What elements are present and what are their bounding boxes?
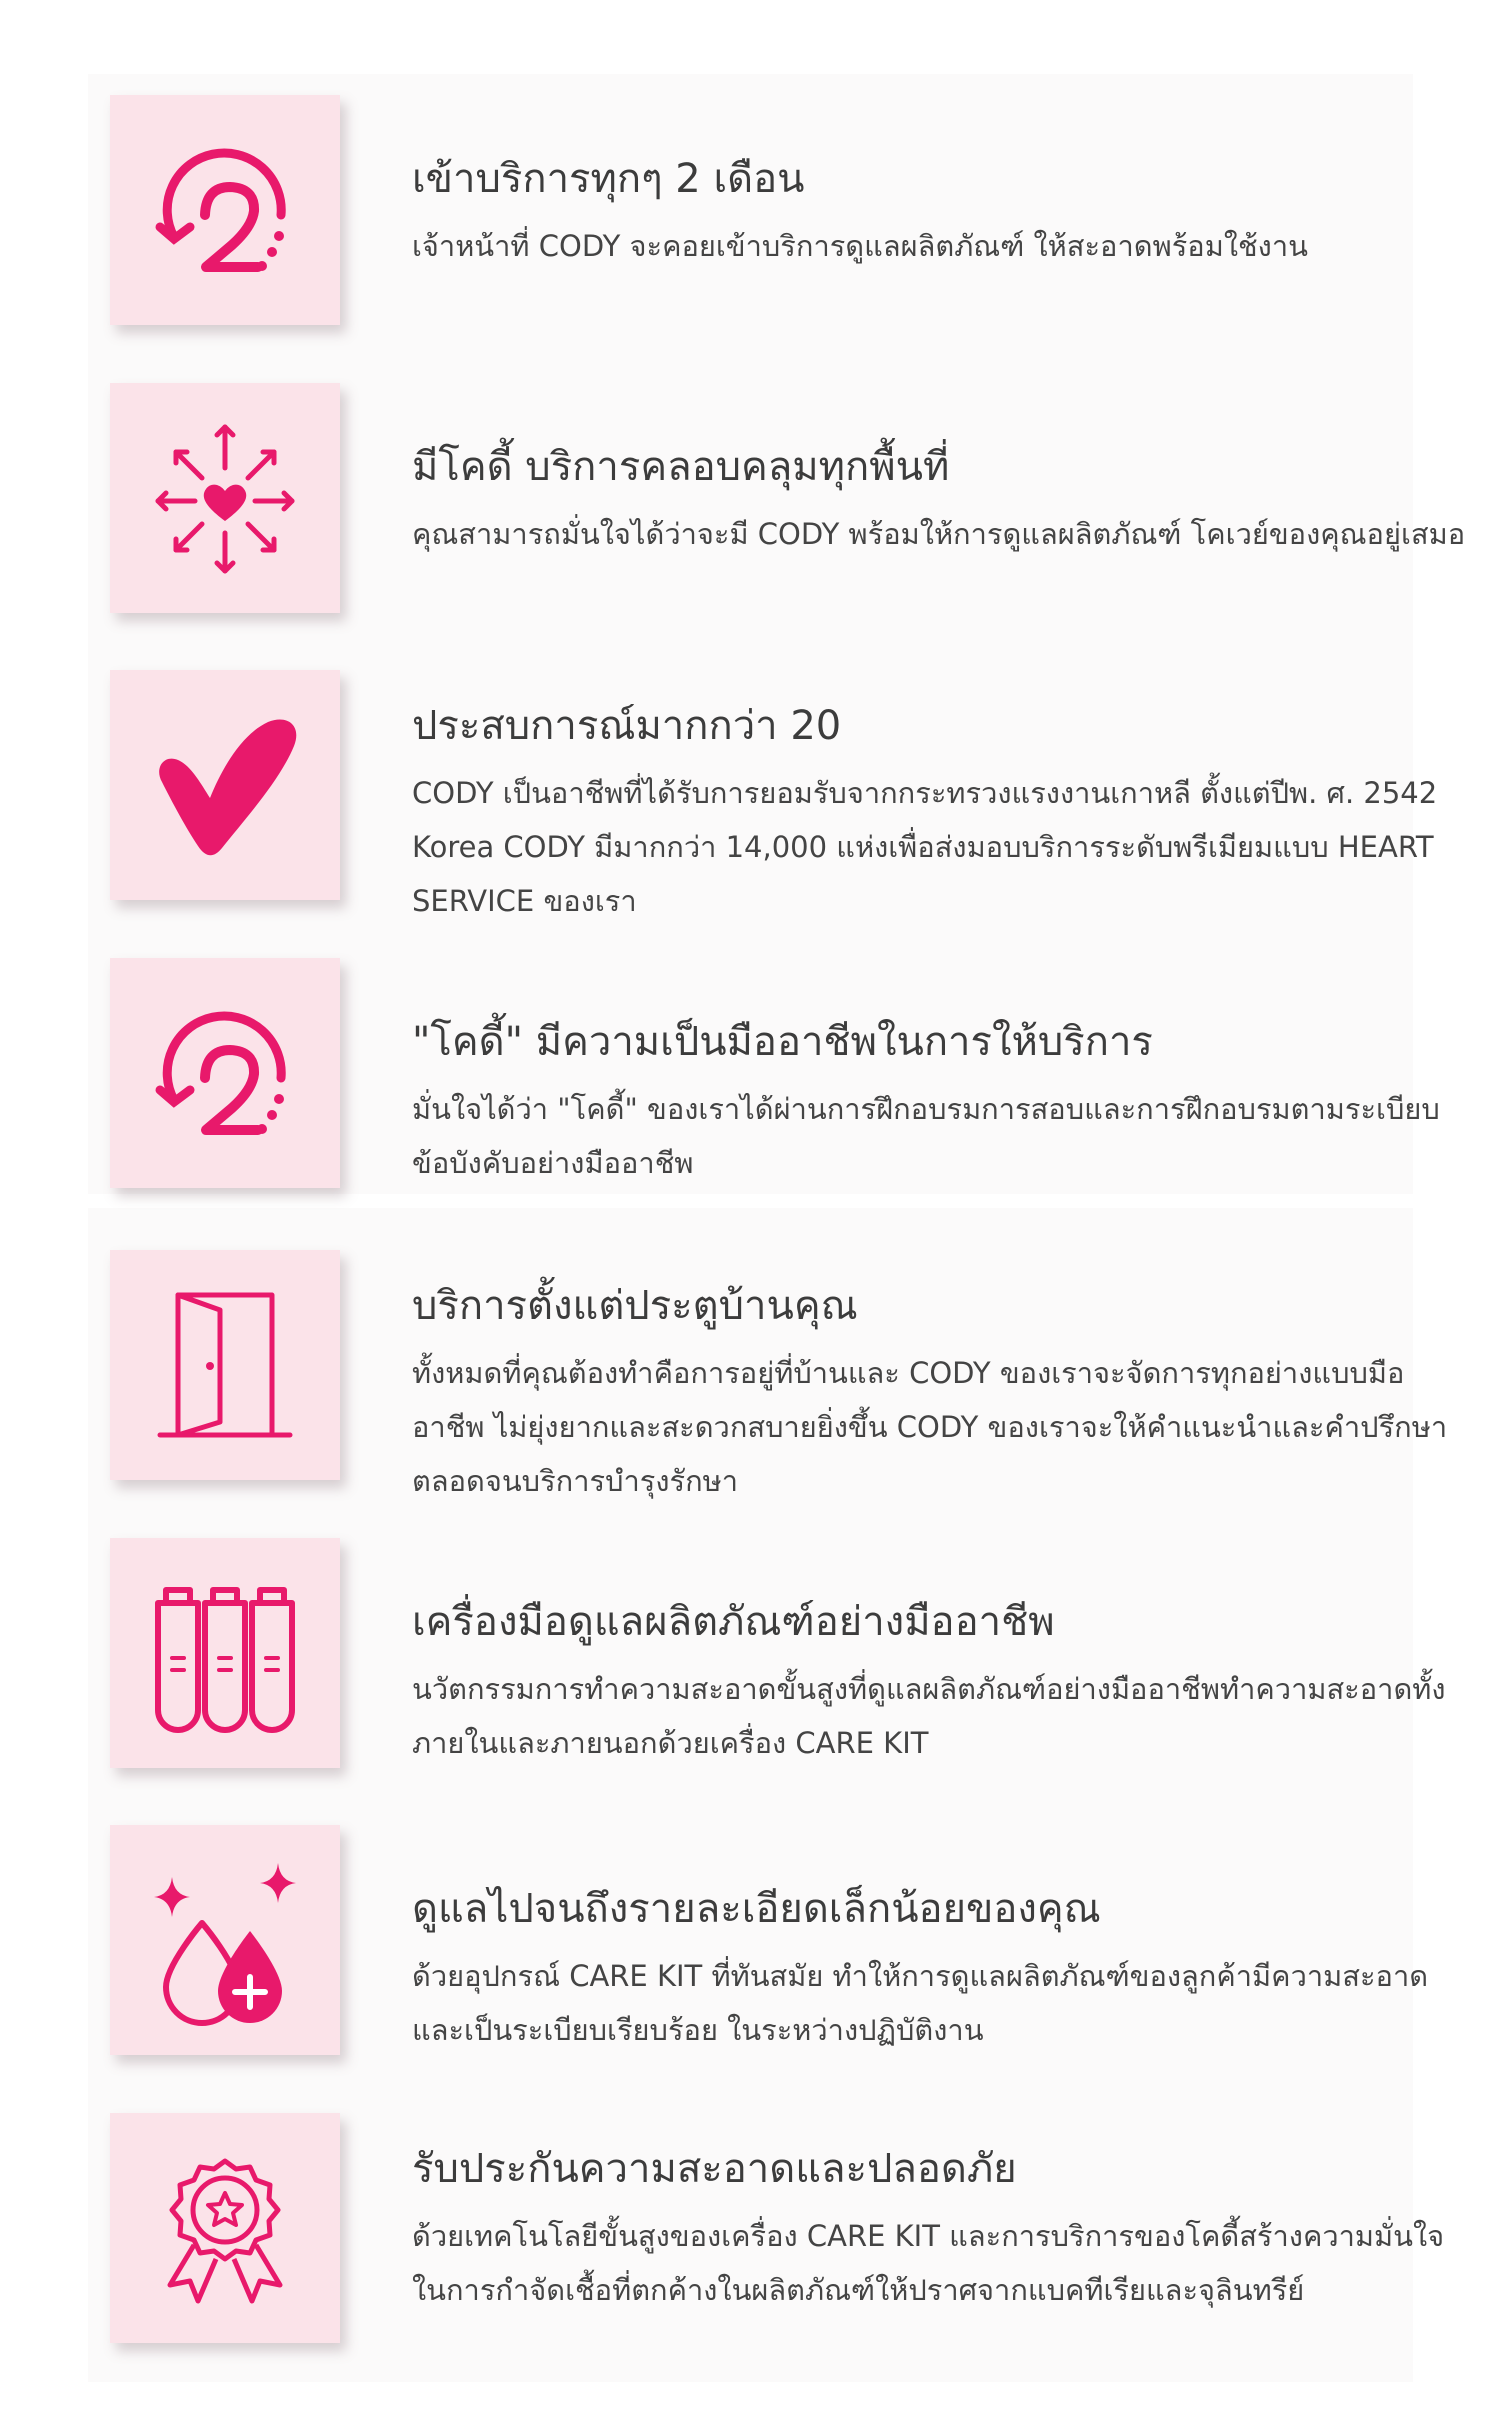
feature-description: ทั้งหมดที่คุณต้องทำคือการอยู่ที่บ้านและ … xyxy=(412,1356,1448,1498)
feature-text: เข้าบริการทุกๆ 2 เดือน เจ้าหน้าที่ CODY … xyxy=(412,153,1472,273)
feature-text: ประสบการณ์มากกว่า 20 CODY เป็นอาชีพที่ได… xyxy=(412,700,1472,928)
door-icon xyxy=(157,1292,293,1438)
feature-icon-tile xyxy=(110,2113,340,2343)
award-badge-icon xyxy=(167,2158,283,2304)
feature-description: นวัตกรรมการทำความสะอาดขั้นสูงที่ดูแลผลิต… xyxy=(412,1672,1446,1760)
feature-item: "โคดี้" มีความเป็นมืออาชีพในการให้บริการ… xyxy=(110,958,1440,1188)
feature-title: บริการตั้งแต่ประตูบ้านคุณ xyxy=(412,1283,858,1329)
feature-description: มั่นใจได้ว่า "โคดี้" ของเราได้ผ่านการฝึก… xyxy=(412,1092,1440,1180)
feature-description: CODY เป็นอาชีพที่ได้รับการยอมรับจากกระทร… xyxy=(412,776,1438,918)
feature-item: เครื่องมือดูแลผลิตภัณฑ์อย่างมืออาชีพ นวั… xyxy=(110,1538,1446,1768)
feature-icon-tile xyxy=(110,1825,340,2055)
sparkle-drops-icon xyxy=(154,1863,296,2026)
rotate-two-icon xyxy=(155,148,286,272)
feature-title: รับประกันความสะอาดและปลอดภัย xyxy=(412,2146,1017,2192)
feature-text: รับประกันความสะอาดและปลอดภัย ด้วยเทคโนโล… xyxy=(412,2143,1472,2317)
feature-icon-tile xyxy=(110,670,340,900)
feature-description: ด้วยอุปกรณ์ CARE KIT ที่ทันสมัย ทำให้การ… xyxy=(412,1959,1429,2047)
feature-item: มีโคดี้ บริการคลอบคลุมทุกพื้นที่ คุณสามา… xyxy=(110,383,1465,613)
rotate-two-icon xyxy=(155,1011,286,1135)
feature-description: ด้วยเทคโนโลยีขั้นสูงของเครื่อง CARE KIT … xyxy=(412,2219,1445,2307)
feature-title: "โคดี้" มีความเป็นมืออาชีพในการให้บริการ xyxy=(412,1019,1153,1065)
feature-item: ดูแลไปจนถึงรายละเอียดเล็กน้อยของคุณ ด้วย… xyxy=(110,1825,1428,2055)
feature-icon-tile xyxy=(110,95,340,325)
test-tubes-icon xyxy=(155,1587,295,1733)
feature-item: เข้าบริการทุกๆ 2 เดือน เจ้าหน้าที่ CODY … xyxy=(110,95,1390,325)
feature-description: เจ้าหน้าที่ CODY จะคอยเข้าบริการดูแลผลิต… xyxy=(412,229,1308,263)
heart-arrows-icon xyxy=(155,424,295,574)
feature-title: ประสบการณ์มากกว่า 20 xyxy=(412,703,842,749)
feature-icon-tile xyxy=(110,1538,340,1768)
checkmark-icon xyxy=(159,719,297,856)
feature-description: คุณสามารถมั่นใจได้ว่าจะมี CODY พร้อมให้ก… xyxy=(412,517,1466,551)
feature-item: ประสบการณ์มากกว่า 20 CODY เป็นอาชีพที่ได… xyxy=(110,670,1437,918)
feature-text: เครื่องมือดูแลผลิตภัณฑ์อย่างมืออาชีพ นวั… xyxy=(412,1596,1472,1770)
feature-text: มีโคดี้ บริการคลอบคลุมทุกพื้นที่ คุณสามา… xyxy=(412,441,1472,561)
feature-text: "โคดี้" มีความเป็นมืออาชีพในการให้บริการ… xyxy=(412,1016,1472,1190)
feature-title: เข้าบริการทุกๆ 2 เดือน xyxy=(412,156,805,202)
feature-title: ดูแลไปจนถึงรายละเอียดเล็กน้อยของคุณ xyxy=(412,1886,1101,1932)
feature-text: ดูแลไปจนถึงรายละเอียดเล็กน้อยของคุณ ด้วย… xyxy=(412,1883,1472,2057)
feature-icon-tile xyxy=(110,1250,340,1480)
feature-icon-tile xyxy=(110,958,340,1188)
feature-item: รับประกันความสะอาดและปลอดภัย ด้วยเทคโนโล… xyxy=(110,2113,1444,2343)
feature-title: มีโคดี้ บริการคลอบคลุมทุกพื้นที่ xyxy=(412,444,950,490)
feature-icon-tile xyxy=(110,383,340,613)
feature-item: บริการตั้งแต่ประตูบ้านคุณ ทั้งหมดที่คุณต… xyxy=(110,1250,1447,1498)
feature-title: เครื่องมือดูแลผลิตภัณฑ์อย่างมืออาชีพ xyxy=(412,1599,1055,1645)
feature-text: บริการตั้งแต่ประตูบ้านคุณ ทั้งหมดที่คุณต… xyxy=(412,1280,1472,1508)
